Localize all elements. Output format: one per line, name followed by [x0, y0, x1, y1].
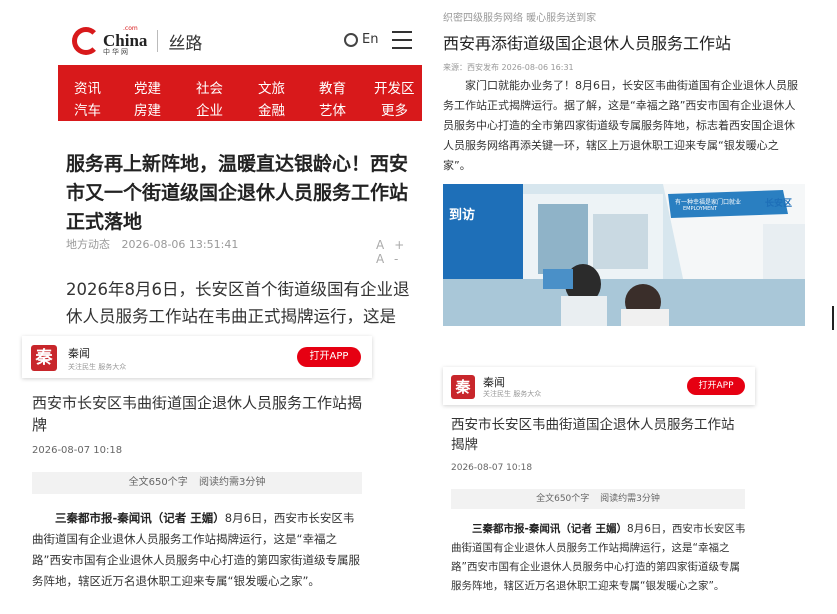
nav-item[interactable]: 更多 [381, 99, 408, 119]
article-body: 家门口就能办业务了！8月6日，长安区韦曲街道国有企业退休人员服务工作站正式揭牌运… [443, 79, 798, 172]
article-headline: 服务再上新阵地，温暖直达银龄心！西安市又一个街道级国企退休人员服务工作站正式落地 [66, 153, 409, 233]
qinwen-app-icon: 秦 [451, 375, 475, 399]
word-count: 全文650个字 [536, 494, 590, 504]
photo-district: 长安区 [765, 199, 793, 209]
logo-en: China [103, 31, 148, 50]
nav-item[interactable]: 开发区 [374, 77, 415, 97]
nav-item[interactable]: 金融 [258, 99, 285, 119]
read-time: 阅读约需3分钟 [198, 477, 266, 488]
article-lead: 三秦都市报-秦闻讯（记者 王媚） [472, 523, 628, 535]
channel-name: 丝路 [168, 33, 203, 54]
menu-icon[interactable] [392, 31, 412, 55]
nav-item[interactable]: 汽车 [74, 99, 101, 119]
page-title: 西安再添街道级国企退休人员服务工作站 [443, 34, 732, 53]
nav-item[interactable]: 文旅 [258, 77, 285, 97]
nav-item[interactable]: 社会 [196, 77, 223, 97]
app-slogan: 关注民生 服务大众 [68, 363, 127, 371]
article-datetime: 2026-08-06 13:51:41 [121, 238, 239, 251]
chinacom-article-panel: .com China 中华网 丝路 En 资讯 党建 社会 文旅 教育 开发区 … [58, 0, 422, 330]
photo-banner-en: EMPLOYMENT [683, 206, 718, 212]
word-count: 全文650个字 [128, 477, 188, 488]
app-name: 秦闻 [68, 347, 90, 360]
nav-item[interactable]: 资讯 [74, 77, 101, 97]
chinacom-logo-icon [72, 27, 100, 55]
app-banner: 秦 秦闻 关注民生 服务大众 打开APP [22, 336, 372, 378]
qinwen-app-icon: 秦 [31, 345, 57, 371]
article-title: 西安市长安区韦曲街道国企退休人员服务工作站揭牌 [32, 394, 363, 434]
article-meta: 地方动态 2026-08-06 13:51:41 [66, 236, 246, 252]
article-body: 三秦都市报-秦闻讯（记者 王媚）8月6日，西安市长安区韦曲街道国有企业退休人员服… [32, 508, 364, 592]
article-body: 2026年8月6日，长安区首个街道级国有企业退休人员服务工作站在韦曲正式揭牌运行… [66, 280, 410, 326]
nav-item[interactable]: 艺体 [319, 99, 346, 119]
photo-illustration [443, 184, 805, 326]
globe-icon [344, 32, 358, 47]
language-label: En [362, 32, 379, 47]
service-hall-photo: 到访 有一种幸福是家门口就业 EMPLOYMENT 长安区 [443, 184, 805, 326]
nav-item[interactable]: 党建 [134, 77, 161, 97]
read-time: 阅读约需3分钟 [600, 494, 660, 504]
category-nav: 资讯 党建 社会 文旅 教育 开发区 汽车 房建 企业 金融 艺体 更多 [58, 65, 422, 121]
text-cursor [832, 306, 834, 330]
article-source: 来源：西安发布 2026-08-06 16:31 [443, 63, 574, 72]
photo-sign: 到访 [449, 208, 476, 223]
nav-item[interactable]: 教育 [319, 77, 346, 97]
font-size-controls[interactable]: A+ A- [376, 238, 422, 266]
article-summary-bar: 全文650个字 阅读约需3分钟 [451, 489, 745, 509]
logo-zh: 中华网 [103, 48, 130, 56]
nav-item[interactable]: 房建 [134, 99, 161, 119]
article-body: 三秦都市报-秦闻讯（记者 王媚）8月6日，西安市长安区韦曲街道国有企业退休人员服… [451, 520, 749, 596]
article-lead: 三秦都市报-秦闻讯（记者 王媚） [55, 511, 225, 525]
logo-divider [157, 30, 159, 52]
nav-item[interactable]: 企业 [196, 99, 223, 119]
article-date: 2026-08-07 10:18 [451, 463, 533, 473]
photo-banner: 有一种幸福是家门口就业 [675, 199, 742, 206]
app-name: 秦闻 [483, 376, 505, 389]
chinacom-logo[interactable]: .com China 中华网 丝路 [72, 26, 202, 56]
article-date: 2026-08-07 10:18 [32, 445, 123, 456]
open-app-button[interactable]: 打开APP [687, 377, 745, 395]
article-summary-bar: 全文650个字 阅读约需3分钟 [32, 472, 362, 494]
app-banner: 秦 秦闻 关注民生 服务大众 打开APP [443, 367, 755, 405]
language-switch[interactable]: En [344, 32, 378, 47]
open-app-button[interactable]: 打开APP [297, 347, 361, 367]
app-slogan: 关注民生 服务大众 [483, 390, 542, 398]
article-section: 地方动态 [66, 238, 110, 251]
article-title: 西安市长安区韦曲街道国企退休人员服务工作站揭牌 [451, 417, 735, 453]
breadcrumb[interactable]: 织密四级服务网络 暖心服务送到家 [443, 9, 596, 24]
